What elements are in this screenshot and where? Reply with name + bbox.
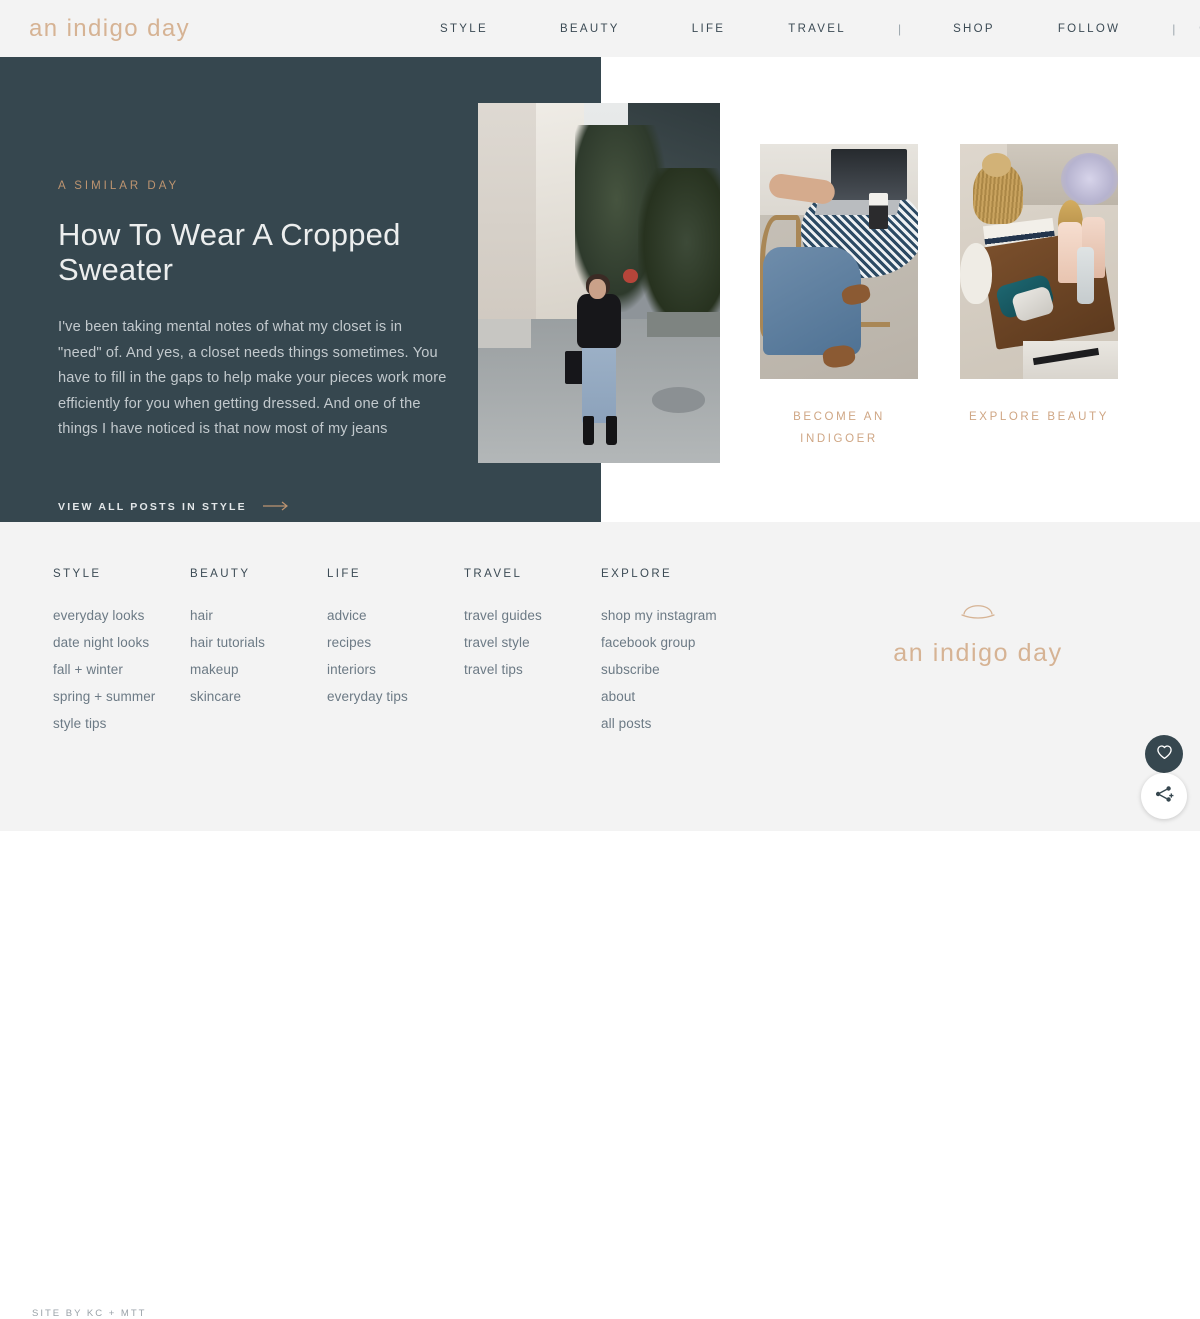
footer-link[interactable]: all posts <box>601 710 738 737</box>
footer-link[interactable]: travel tips <box>464 656 601 683</box>
feature-card-image[interactable] <box>760 144 918 379</box>
footer-column-beauty: BEAUTY hair hair tutorials makeup skinca… <box>190 568 327 737</box>
footer-brand[interactable]: an indigo day <box>878 598 1078 668</box>
footer-link[interactable]: everyday tips <box>327 683 464 710</box>
feature-card-image[interactable] <box>960 144 1118 379</box>
share-button[interactable] <box>1141 773 1187 819</box>
footer-column-style: STYLE everyday looks date night looks fa… <box>53 568 190 737</box>
footer-link[interactable]: shop my instagram <box>601 602 738 629</box>
hero-eyebrow: A SIMILAR DAY <box>58 180 180 192</box>
footer-link[interactable]: date night looks <box>53 629 190 656</box>
footer-link[interactable]: everyday looks <box>53 602 190 629</box>
main-navigation: STYLE BEAUTY LIFE TRAVEL | SHOP FOLLOW | <box>440 0 1200 57</box>
hero-image-layer <box>478 319 532 348</box>
footer-link[interactable]: skincare <box>190 683 327 710</box>
feature-card-explore-beauty[interactable]: EXPLORE BEAUTY <box>960 144 1118 428</box>
footer-link[interactable]: facebook group <box>601 629 738 656</box>
feature-card-label: BECOME AN INDIGOER <box>793 411 885 445</box>
page-root: an indigo day STYLE BEAUTY LIFE TRAVEL |… <box>0 0 1200 1319</box>
hero-text-block: A SIMILAR DAY How To Wear A Cropped Swea… <box>58 180 448 443</box>
site-credit: SITE BY KC + MTT <box>32 1308 147 1319</box>
view-all-posts-label: VIEW ALL POSTS IN STYLE <box>58 501 247 513</box>
footer-link[interactable]: advice <box>327 602 464 629</box>
footer-column-heading: STYLE <box>53 568 102 580</box>
footer-column-travel: TRAVEL travel guides travel style travel… <box>464 568 601 737</box>
footer-link[interactable]: makeup <box>190 656 327 683</box>
site-header: an indigo day STYLE BEAUTY LIFE TRAVEL |… <box>0 0 1200 57</box>
card-image-layer <box>1076 247 1095 304</box>
view-all-posts-link[interactable]: VIEW ALL POSTS IN STYLE <box>58 498 289 516</box>
nav-separator-2: | <box>1172 21 1176 36</box>
hero-title: How To Wear A Cropped Sweater <box>58 217 401 287</box>
nav-item-follow[interactable]: FOLLOW <box>1058 23 1120 35</box>
footer-column-heading: EXPLORE <box>601 568 673 580</box>
site-logo[interactable]: an indigo day <box>29 15 190 43</box>
footer-column-heading: BEAUTY <box>190 568 251 580</box>
footer-link[interactable]: style tips <box>53 710 190 737</box>
feature-cards: BECOME AN INDIGOER EXPLORE BEAUTY <box>601 57 1200 522</box>
card-image-layer <box>982 153 1011 177</box>
arrow-right-icon <box>262 498 289 516</box>
nav-item-beauty[interactable]: BEAUTY <box>560 23 620 35</box>
footer-link[interactable]: recipes <box>327 629 464 656</box>
footer-link[interactable]: about <box>601 683 738 710</box>
share-plus-icon <box>1153 783 1175 810</box>
footer-link[interactable]: subscribe <box>601 656 738 683</box>
footer-link[interactable]: travel style <box>464 629 601 656</box>
footer-column-explore: EXPLORE shop my instagram facebook group… <box>601 568 738 737</box>
feature-card-become-an-indigoer[interactable]: BECOME AN INDIGOER <box>760 144 918 450</box>
card-image-layer <box>869 193 888 229</box>
arc-logo-icon <box>878 598 1078 625</box>
card-image-layer <box>960 242 992 304</box>
nav-item-style[interactable]: STYLE <box>440 23 488 35</box>
footer-link[interactable]: hair <box>190 602 327 629</box>
card-image-layer <box>1061 153 1118 206</box>
footer-column-heading: TRAVEL <box>464 568 523 580</box>
footer-link[interactable]: interiors <box>327 656 464 683</box>
footer-link[interactable]: spring + summer <box>53 683 190 710</box>
footer-link-columns: STYLE everyday looks date night looks fa… <box>53 568 738 737</box>
footer-link[interactable]: travel guides <box>464 602 601 629</box>
nav-item-travel[interactable]: TRAVEL <box>788 23 846 35</box>
hero-image-layer <box>583 416 595 445</box>
heart-icon <box>1155 743 1174 766</box>
footer-column-life: LIFE advice recipes interiors everyday t… <box>327 568 464 737</box>
nav-separator-1: | <box>897 21 902 36</box>
footer-column-heading: LIFE <box>327 568 361 580</box>
feature-card-label: EXPLORE BEAUTY <box>969 411 1109 423</box>
footer-link[interactable]: fall + winter <box>53 656 190 683</box>
nav-item-life[interactable]: LIFE <box>692 23 726 35</box>
nav-item-shop[interactable]: SHOP <box>953 23 995 35</box>
footer-link[interactable]: hair tutorials <box>190 629 327 656</box>
site-footer: STYLE everyday looks date night looks fa… <box>0 522 1200 1319</box>
favorite-button[interactable] <box>1145 735 1183 773</box>
hero-body-text: I've been taking mental notes of what my… <box>58 319 447 437</box>
footer-brand-name: an indigo day <box>893 639 1063 667</box>
